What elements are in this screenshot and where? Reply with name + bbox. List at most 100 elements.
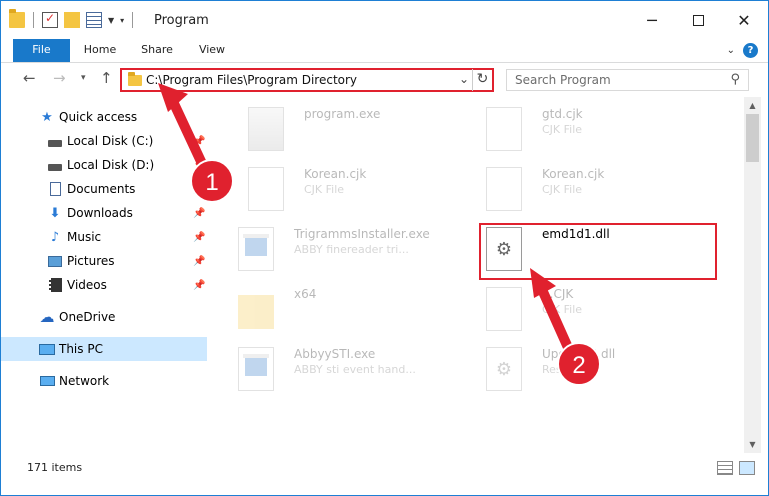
folder-icon [128,72,142,86]
chevron-down-icon[interactable]: ⌄ [459,72,469,86]
this-pc-icon [39,341,55,357]
vertical-scrollbar[interactable]: ▲ ▼ [744,97,761,453]
file-item[interactable]: gtd.cjk CJK File [462,101,702,159]
search-icon[interactable]: ⚲ [730,72,740,87]
new-folder-icon[interactable] [64,12,80,28]
file-name: program.exe [304,107,381,121]
file-name: Korean.cjk [542,167,605,181]
tab-file[interactable]: File [13,39,70,62]
sidebar-item-network[interactable]: Network [1,369,207,393]
pin-icon[interactable]: 📌 [193,208,205,219]
exe-icon [238,347,274,391]
file-type: ABBY finereader tri... [294,243,409,256]
pictures-icon [47,253,63,269]
file-item[interactable]: x64 [214,281,454,339]
address-path[interactable]: C:\Program Files\Program Directory [146,73,357,87]
pin-icon[interactable]: 📌 [193,136,205,147]
minimize-button[interactable]: ─ [629,1,675,39]
sidebar-item-label: This PC [59,342,103,356]
tab-view[interactable]: View [189,39,235,62]
folder-icon [238,295,274,329]
sidebar-item-label: Music [67,230,102,244]
sidebar-item-this-pc[interactable]: This PC [1,337,207,361]
tab-share[interactable]: Share [131,39,183,62]
sidebar-item-label: Network [59,374,110,388]
file-item[interactable]: AbbyySTI.exe ABBY sti event hand... [214,341,454,399]
file-name: ...CJK [542,287,574,301]
toolbar-divider [132,12,134,28]
file-item[interactable]: program.exe [224,101,464,159]
downloads-icon: ⬇ [49,205,61,221]
sidebar-item-videos[interactable]: Videos 📌 [1,273,207,297]
file-item[interactable]: TrigrammsInstaller.exe ABBY finereader t… [214,221,454,279]
maximize-icon [692,14,704,26]
sidebar-item-label: OneDrive [59,310,116,324]
document-icon [486,167,522,211]
sidebar-item-quick-access[interactable]: ★ Quick access [1,105,207,129]
sidebar-item-label: Quick access [59,110,138,124]
pin-icon[interactable]: 📌 [193,160,205,171]
sidebar-item-music[interactable]: ♪ Music 📌 [1,225,207,249]
pin-icon[interactable]: 📌 [193,232,205,243]
sidebar-item-documents[interactable]: Documents 📌 [1,177,207,201]
file-item[interactable]: ⚙ Upda...t5.dll Reso...L [462,341,702,399]
document-icon [486,287,522,331]
videos-icon [47,277,63,293]
address-bar[interactable]: C:\Program Files\Program Directory ⌄ ↻ [120,68,494,92]
tab-home[interactable]: Home [74,39,126,62]
refresh-icon[interactable]: ↻ [472,69,492,91]
up-arrow-icon[interactable]: ↑ [100,69,113,87]
search-box[interactable]: Search Program ⚲ [506,69,749,91]
document-icon [486,107,522,151]
search-input[interactable]: Search Program [515,73,611,87]
sidebar-item-pictures[interactable]: Pictures 📌 [1,249,207,273]
view-icon[interactable] [86,12,102,28]
ribbon: File Home Share View ⌄ ? [1,39,768,63]
scroll-thumb[interactable] [746,114,759,162]
file-type: CJK File [542,183,583,196]
sidebar-item-downloads[interactable]: ⬇ Downloads 📌 [1,201,207,225]
sidebar-item-onedrive[interactable]: ☁ OneDrive [1,305,207,329]
scroll-up-arrow-icon[interactable]: ▲ [744,97,761,114]
maximize-button[interactable] [675,1,721,39]
music-icon: ♪ [50,229,60,245]
scroll-down-arrow-icon[interactable]: ▼ [744,436,761,453]
recent-locations-icon[interactable]: ▾ [81,73,86,83]
item-count: 171 items [27,461,83,474]
onedrive-icon: ☁ [39,308,55,326]
close-button[interactable]: ✕ [721,1,767,39]
file-name: x64 [294,287,317,301]
details-view-icon[interactable] [717,461,733,475]
folder-icon [9,9,25,28]
pin-icon[interactable]: 📌 [193,280,205,291]
file-item[interactable]: Korean.cjk CJK File [224,161,464,219]
quick-access-toolbar: ▼ ▾ [9,9,135,28]
window-title: Program [154,13,209,28]
sidebar-item-local-disk-c[interactable]: Local Disk (C:) 📌 [1,129,207,153]
file-type: CJK File [542,123,583,136]
expand-ribbon-icon[interactable]: ⌄ [727,45,735,56]
file-item[interactable]: ...CJK CJK File [462,281,702,339]
chevron-down-icon[interactable]: ▼ [108,16,114,25]
sidebar-item-label: Local Disk (D:) [67,158,155,172]
sidebar-item-label: Downloads [67,206,133,220]
large-icons-view-icon[interactable] [739,461,755,475]
file-item[interactable]: Korean.cjk CJK File [462,161,702,219]
program-icon [248,107,284,151]
file-name: gtd.cjk [542,107,583,121]
sidebar-item-local-disk-d[interactable]: Local Disk (D:) 📌 [1,153,207,177]
sidebar-item-label: Documents [67,182,136,196]
file-name: TrigrammsInstaller.exe [294,227,430,241]
status-bar: 171 items [1,453,768,495]
navigation-pane: ★ Quick access Local Disk (C:) 📌 Local D… [1,97,208,453]
help-icon[interactable]: ? [743,43,758,58]
file-name: Upda...t5.dll [542,347,616,361]
file-highlight-box [479,223,717,280]
properties-icon[interactable] [42,11,58,28]
toolbar-divider [33,12,34,28]
pin-icon[interactable]: 📌 [193,184,205,195]
customize-toolbar-icon[interactable]: ▾ [120,16,124,25]
pin-icon[interactable]: 📌 [193,256,205,267]
forward-arrow-icon[interactable]: → [53,69,66,87]
back-arrow-icon[interactable]: ← [23,69,36,87]
